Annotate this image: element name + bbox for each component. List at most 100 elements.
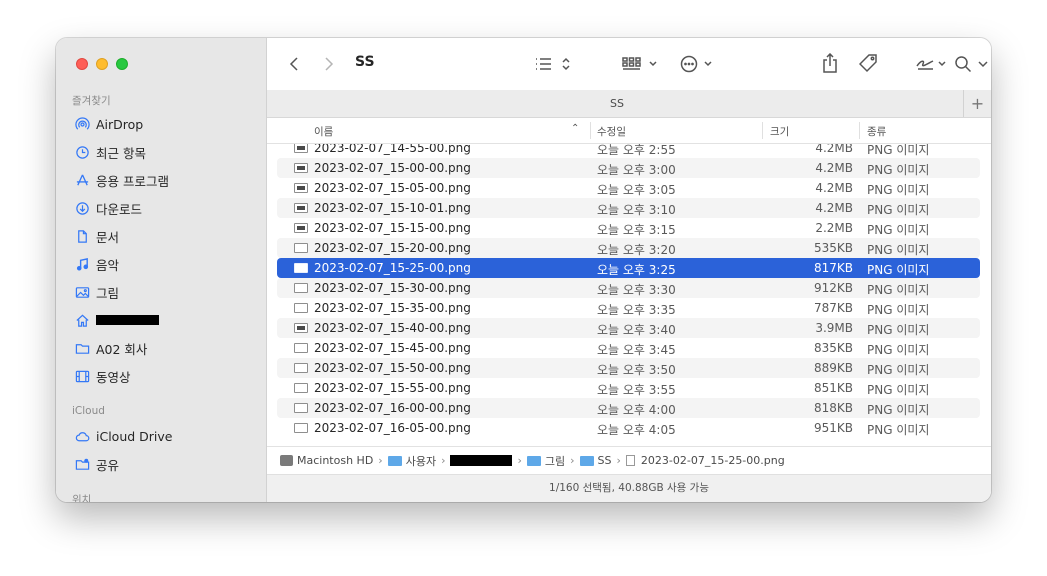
column-size[interactable]: 크기 [770, 124, 789, 139]
path-item-ss[interactable]: SS [579, 454, 612, 467]
sidebar: 즐겨찾기 AirDrop 최근 항목 응용 프로그램 다운로드 문서 음악 그림… [56, 38, 267, 502]
sidebar-item-shared[interactable]: 공유 [74, 453, 119, 475]
locations-section-label: 위치 [72, 494, 92, 502]
sidebar-item-applications[interactable]: 응용 프로그램 [74, 169, 169, 191]
home-icon [74, 312, 90, 328]
file-name: 2023-02-07_15-40-00.png [314, 321, 471, 335]
sidebar-item-home[interactable] [74, 309, 159, 331]
sidebar-item-movies[interactable]: 동영상 [74, 365, 131, 387]
path-bar: Macintosh HD › 사용자 › › 그림 › SS › 2023-02… [267, 446, 991, 474]
path-item-macintosh-hd[interactable]: Macintosh HD [280, 454, 373, 467]
chevron-down-icon[interactable] [975, 54, 991, 74]
file-name: 2023-02-07_15-35-00.png [314, 301, 471, 315]
table-row[interactable]: 2023-02-07_15-05-00.png 오늘 오후 3:05 4.2MB PN… [277, 178, 980, 198]
icloud-section-label: iCloud [72, 405, 105, 417]
sidebar-item-label: A02 회사 [96, 341, 148, 357]
png-file-icon [294, 223, 308, 233]
table-row[interactable]: 2023-02-07_15-25-00.png 오늘 오후 3:25 817KB PN… [277, 258, 980, 278]
sidebar-item-airdrop[interactable]: AirDrop [74, 113, 143, 135]
action-button[interactable] [679, 54, 719, 74]
favorites-section-label: 즐겨찾기 [72, 95, 111, 107]
file-name: 2023-02-07_16-05-00.png [314, 421, 471, 435]
path-item-home[interactable] [450, 455, 513, 466]
sidebar-item-icloud-drive[interactable]: iCloud Drive [74, 425, 172, 447]
table-row[interactable]: 2023-02-07_16-05-00.png 오늘 오후 4:05 951KB PN… [277, 418, 980, 438]
column-date[interactable]: 수정일 [597, 124, 626, 139]
png-file-icon [294, 203, 308, 213]
sidebar-item-music[interactable]: 음악 [74, 253, 119, 275]
path-item-pictures[interactable]: 그림 [526, 453, 565, 469]
file-size: 787KB [813, 301, 853, 315]
view-options-button[interactable] [532, 54, 572, 74]
column-name[interactable]: 이름 [314, 124, 333, 139]
file-date: 오늘 오후 3:50 [597, 363, 676, 377]
column-separator[interactable] [762, 122, 763, 139]
file-size: 889KB [813, 361, 853, 375]
file-name: 2023-02-07_15-15-00.png [314, 221, 471, 235]
png-file-icon [294, 343, 308, 353]
back-icon[interactable] [285, 54, 303, 74]
group-button[interactable] [621, 54, 661, 74]
window-title: SS [355, 54, 375, 70]
disk-icon [280, 455, 293, 466]
sidebar-item-documents[interactable]: 문서 [74, 225, 119, 247]
file-name: 2023-02-07_15-50-00.png [314, 361, 471, 375]
file-size: 951KB [813, 421, 853, 435]
file-name: 2023-02-07_15-20-00.png [314, 241, 471, 255]
sidebar-item-downloads[interactable]: 다운로드 [74, 197, 142, 219]
table-row[interactable]: 2023-02-07_15-55-00.png 오늘 오후 3:55 851KB PN… [277, 378, 980, 398]
tag-icon[interactable] [858, 52, 880, 74]
table-row[interactable]: 2023-02-07_16-00-00.png 오늘 오후 4:00 818KB PN… [277, 398, 980, 418]
close-button[interactable] [76, 58, 88, 70]
table-row[interactable]: 2023-02-07_15-45-00.png 오늘 오후 3:45 835KB PN… [277, 338, 980, 358]
file-date: 오늘 오후 3:25 [597, 263, 676, 277]
redacted-username [450, 455, 513, 466]
table-row[interactable]: 2023-02-07_15-30-00.png 오늘 오후 3:30 912KB PN… [277, 278, 980, 298]
table-row[interactable]: 2023-02-07_15-00-00.png 오늘 오후 3:00 4.2MB PN… [277, 158, 980, 178]
picture-icon [74, 284, 90, 300]
sidebar-item-recents[interactable]: 최근 항목 [74, 141, 146, 163]
table-row[interactable]: 2023-02-07_15-20-00.png 오늘 오후 3:20 535KB PN… [277, 238, 980, 258]
sidebar-item-label: iCloud Drive [96, 428, 173, 444]
sidebar-item-a02[interactable]: A02 회사 [74, 337, 147, 359]
table-row[interactable]: 2023-02-07_15-15-00.png 오늘 오후 3:15 2.2MB PN… [277, 218, 980, 238]
column-separator[interactable] [859, 122, 860, 139]
png-file-icon [294, 303, 308, 313]
minimize-button[interactable] [96, 58, 108, 70]
tab-ss[interactable]: SS [267, 97, 967, 110]
png-file-icon [294, 423, 308, 433]
file-size: 912KB [813, 281, 853, 295]
new-tab-button[interactable]: + [963, 90, 991, 117]
table-row[interactable]: 2023-02-07_14-55-00.png 오늘 오후 2:55 4.2MB PN… [277, 144, 980, 158]
sidebar-item-label: 음악 [96, 257, 120, 273]
file-size: 4.2MB [815, 161, 853, 175]
table-row[interactable]: 2023-02-07_15-50-00.png 오늘 오후 3:50 889KB PN… [277, 358, 980, 378]
file-kind: PNG 이미지 [867, 144, 930, 157]
forward-icon[interactable] [320, 54, 338, 74]
table-row[interactable]: 2023-02-07_15-35-00.png 오늘 오후 3:35 787KB PN… [277, 298, 980, 318]
file-name: 2023-02-07_15-25-00.png [314, 261, 471, 275]
file-name: 2023-02-07_15-00-00.png [314, 161, 471, 175]
file-date: 오늘 오후 3:45 [597, 343, 676, 357]
share-icon[interactable] [820, 52, 840, 74]
file-size: 851KB [813, 381, 853, 395]
path-item-users[interactable]: 사용자 [387, 453, 436, 469]
column-separator[interactable] [590, 122, 591, 139]
table-row[interactable]: 2023-02-07_15-40-00.png 오늘 오후 3:40 3.9MB PN… [277, 318, 980, 338]
sidebar-item-pictures[interactable]: 그림 [74, 281, 119, 303]
png-file-icon [294, 323, 308, 333]
redacted-username [96, 315, 159, 325]
file-date: 오늘 오후 3:55 [597, 383, 676, 397]
table-row[interactable]: 2023-02-07_15-10-01.png 오늘 오후 3:10 4.2MB PN… [277, 198, 980, 218]
zoom-button[interactable] [116, 58, 128, 70]
sidebar-item-label: 그림 [96, 285, 120, 301]
search-icon[interactable] [953, 54, 973, 74]
png-file-icon [294, 163, 308, 173]
path-item-file[interactable]: 2023-02-07_15-25-00.png [625, 454, 785, 467]
file-size: 4.2MB [815, 181, 853, 195]
signature-button[interactable] [913, 54, 953, 74]
file-date: 오늘 오후 3:30 [597, 283, 676, 297]
file-date: 오늘 오후 3:15 [597, 223, 676, 237]
file-date: 오늘 오후 3:40 [597, 323, 676, 337]
column-kind[interactable]: 종류 [867, 124, 886, 139]
